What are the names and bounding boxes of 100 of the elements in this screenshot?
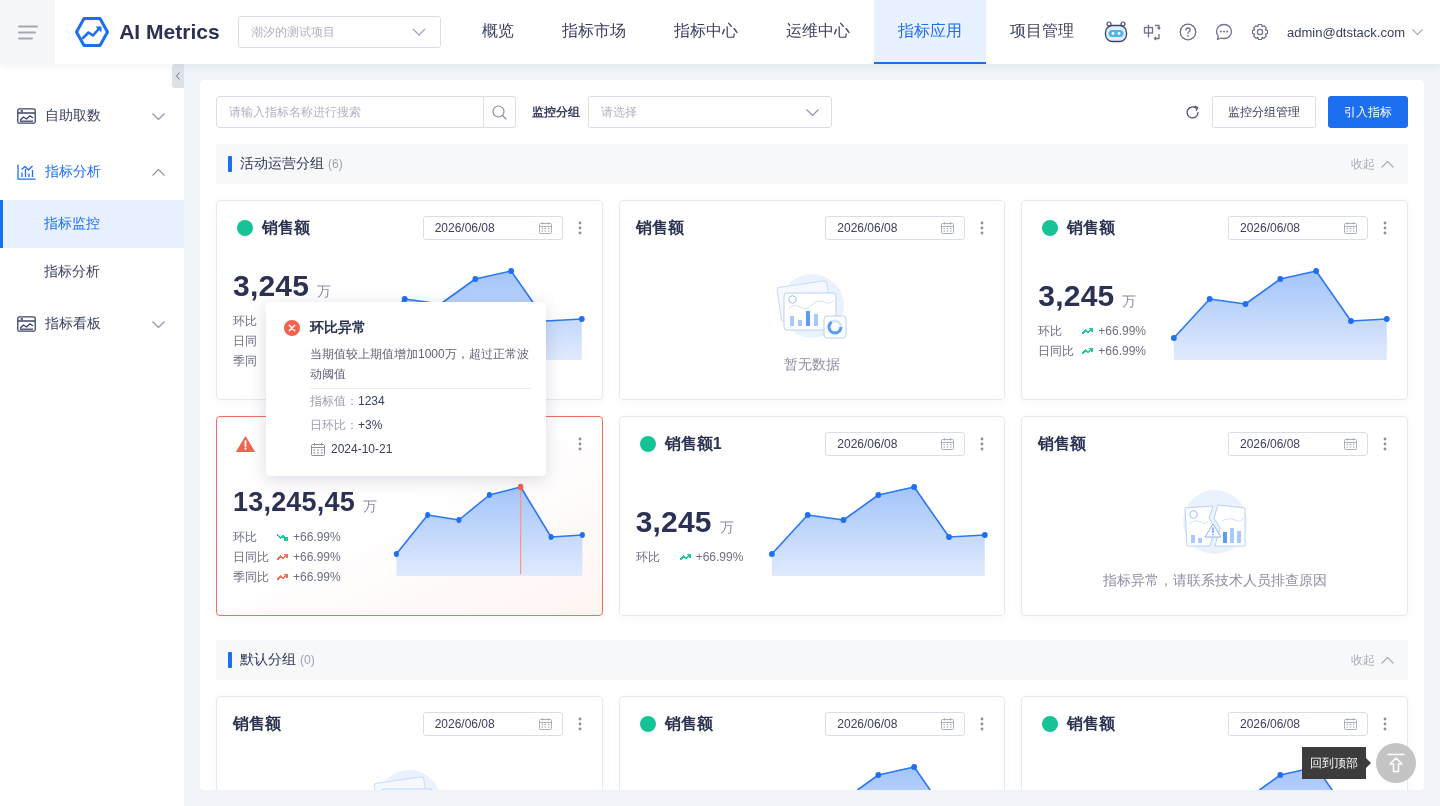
secondary-button[interactable]: 监控分组管理 xyxy=(1212,96,1316,128)
primary-button[interactable]: 引入指标 xyxy=(1328,96,1408,128)
chart-point xyxy=(981,532,988,538)
more-icon[interactable] xyxy=(1383,717,1387,731)
tooltip-message: 当期值较上期值增加1000万，超过正常波动阈值 xyxy=(310,346,530,383)
card-title: 销售额1 xyxy=(664,433,722,454)
more-icon[interactable] xyxy=(1383,221,1387,235)
more-icon[interactable] xyxy=(577,717,582,731)
calendar-icon xyxy=(1344,438,1357,450)
chart-point xyxy=(875,772,881,778)
date-field[interactable]: 2026/06/08 xyxy=(1228,432,1368,456)
menu-icon xyxy=(17,24,38,40)
nav-tab[interactable]: 指标应用 xyxy=(874,0,987,64)
metric-value: 13,245,45 xyxy=(233,486,355,519)
metric-label: 环比 xyxy=(233,312,258,330)
date-field[interactable]: 2026/06/08 xyxy=(1228,216,1368,240)
group-title: 活动运营分组 xyxy=(240,155,324,173)
card-title: 销售额 xyxy=(1067,713,1116,734)
search-button[interactable] xyxy=(484,96,516,128)
chart-point xyxy=(1348,318,1355,324)
help-icon[interactable] xyxy=(1179,23,1198,41)
sidebar-subitem[interactable]: 指标监控 xyxy=(0,200,184,248)
more-icon[interactable] xyxy=(980,717,985,731)
calendar-icon xyxy=(941,718,955,730)
chat-icon[interactable] xyxy=(1215,23,1234,41)
metric-label: 季同比 xyxy=(233,568,270,586)
chart-point xyxy=(456,517,462,523)
nav-tab[interactable]: 运维中心 xyxy=(762,0,875,64)
more-icon[interactable] xyxy=(1383,437,1387,451)
robot-icon[interactable] xyxy=(1104,21,1129,43)
chart-point xyxy=(1277,276,1284,282)
metric-label: 日同比 xyxy=(1038,342,1076,360)
translate-icon[interactable] xyxy=(1143,23,1162,41)
metric-change: +66.99% xyxy=(1098,344,1147,358)
nav-tab[interactable]: 概览 xyxy=(458,0,539,64)
metric-value: 3,245 xyxy=(1038,278,1115,314)
logo-icon xyxy=(74,16,111,48)
metric-change: +66.99% xyxy=(293,550,341,564)
sidebar-item[interactable]: 指标分析 xyxy=(0,144,184,200)
chevron-left-icon xyxy=(176,72,180,80)
date-field[interactable]: 2026/06/08 xyxy=(422,216,563,240)
refresh-icon[interactable] xyxy=(1185,104,1200,120)
nav-tab[interactable]: 项目管理 xyxy=(986,0,1099,64)
metric-label: 环比 xyxy=(635,548,661,566)
chart-point xyxy=(486,492,492,498)
error-icon xyxy=(284,320,300,336)
nav-tab[interactable]: 指标市场 xyxy=(538,0,651,64)
chart-point xyxy=(875,492,881,498)
metric-change: +66.99% xyxy=(695,550,744,564)
sidebar-subitem[interactable]: 指标分析 xyxy=(0,248,184,296)
metric-change: +66.99% xyxy=(1098,324,1147,338)
chart-point xyxy=(910,484,917,490)
chart-point xyxy=(1313,268,1320,274)
back-to-top-tooltip: 回到顶部 xyxy=(1302,747,1371,779)
metric-label: 日同比 xyxy=(233,548,270,566)
chevron-down-icon xyxy=(806,108,819,116)
collapse-sidebar-button[interactable] xyxy=(172,64,184,88)
calendar-icon xyxy=(538,718,552,730)
date-field[interactable]: 2026/06/08 xyxy=(1228,712,1368,736)
chart-point xyxy=(401,296,408,302)
calendar-icon xyxy=(941,438,955,450)
accent-bar xyxy=(228,652,232,668)
nav-tab[interactable]: 指标中心 xyxy=(650,0,763,64)
card-title: 销售额 xyxy=(635,217,684,238)
date-field[interactable]: 2026/06/08 xyxy=(422,712,563,736)
empty-message: 暂无数据 xyxy=(784,355,840,374)
card-title: 销售额 xyxy=(1038,433,1087,454)
chart-point xyxy=(1242,301,1249,307)
metric-label: 日同 xyxy=(233,332,258,350)
chart-point xyxy=(945,534,952,540)
metric-unit: 万 xyxy=(362,497,377,516)
date-field[interactable]: 2026/06/08 xyxy=(825,216,966,240)
chevron-down-icon xyxy=(412,28,427,36)
metric-label: 环比 xyxy=(1038,322,1064,340)
tooltip-value: +3% xyxy=(358,418,383,432)
chart-point xyxy=(548,534,554,540)
accent-bar xyxy=(228,156,232,172)
highlighted-point xyxy=(517,483,524,491)
metric-value: 3,245 xyxy=(233,268,310,304)
chart-point xyxy=(425,512,431,518)
date-field[interactable]: 2026/06/08 xyxy=(825,432,966,456)
more-icon[interactable] xyxy=(577,437,582,451)
group-title: 默认分组 xyxy=(240,651,296,669)
chart-point xyxy=(1384,316,1390,322)
sidebar-item[interactable]: 自助取数 xyxy=(0,88,184,144)
more-icon[interactable] xyxy=(980,221,985,235)
tooltip-value: 1234 xyxy=(358,394,385,408)
chart-point xyxy=(393,551,399,557)
user-menu[interactable]: admin@dtstack.com xyxy=(1287,24,1423,40)
more-icon[interactable] xyxy=(577,221,582,235)
settings-icon[interactable] xyxy=(1251,23,1270,41)
chart-point xyxy=(804,512,811,518)
sidebar-item[interactable]: 指标看板 xyxy=(0,296,184,352)
metric-unit: 万 xyxy=(719,518,734,537)
search-field[interactable]: 请输入指标名称进行搜索 xyxy=(216,96,484,128)
more-icon[interactable] xyxy=(980,437,985,451)
chart-point xyxy=(1207,296,1213,302)
date-field[interactable]: 2026/06/08 xyxy=(825,712,966,736)
group-count: (0) xyxy=(300,653,315,667)
group-count: (6) xyxy=(328,157,343,171)
